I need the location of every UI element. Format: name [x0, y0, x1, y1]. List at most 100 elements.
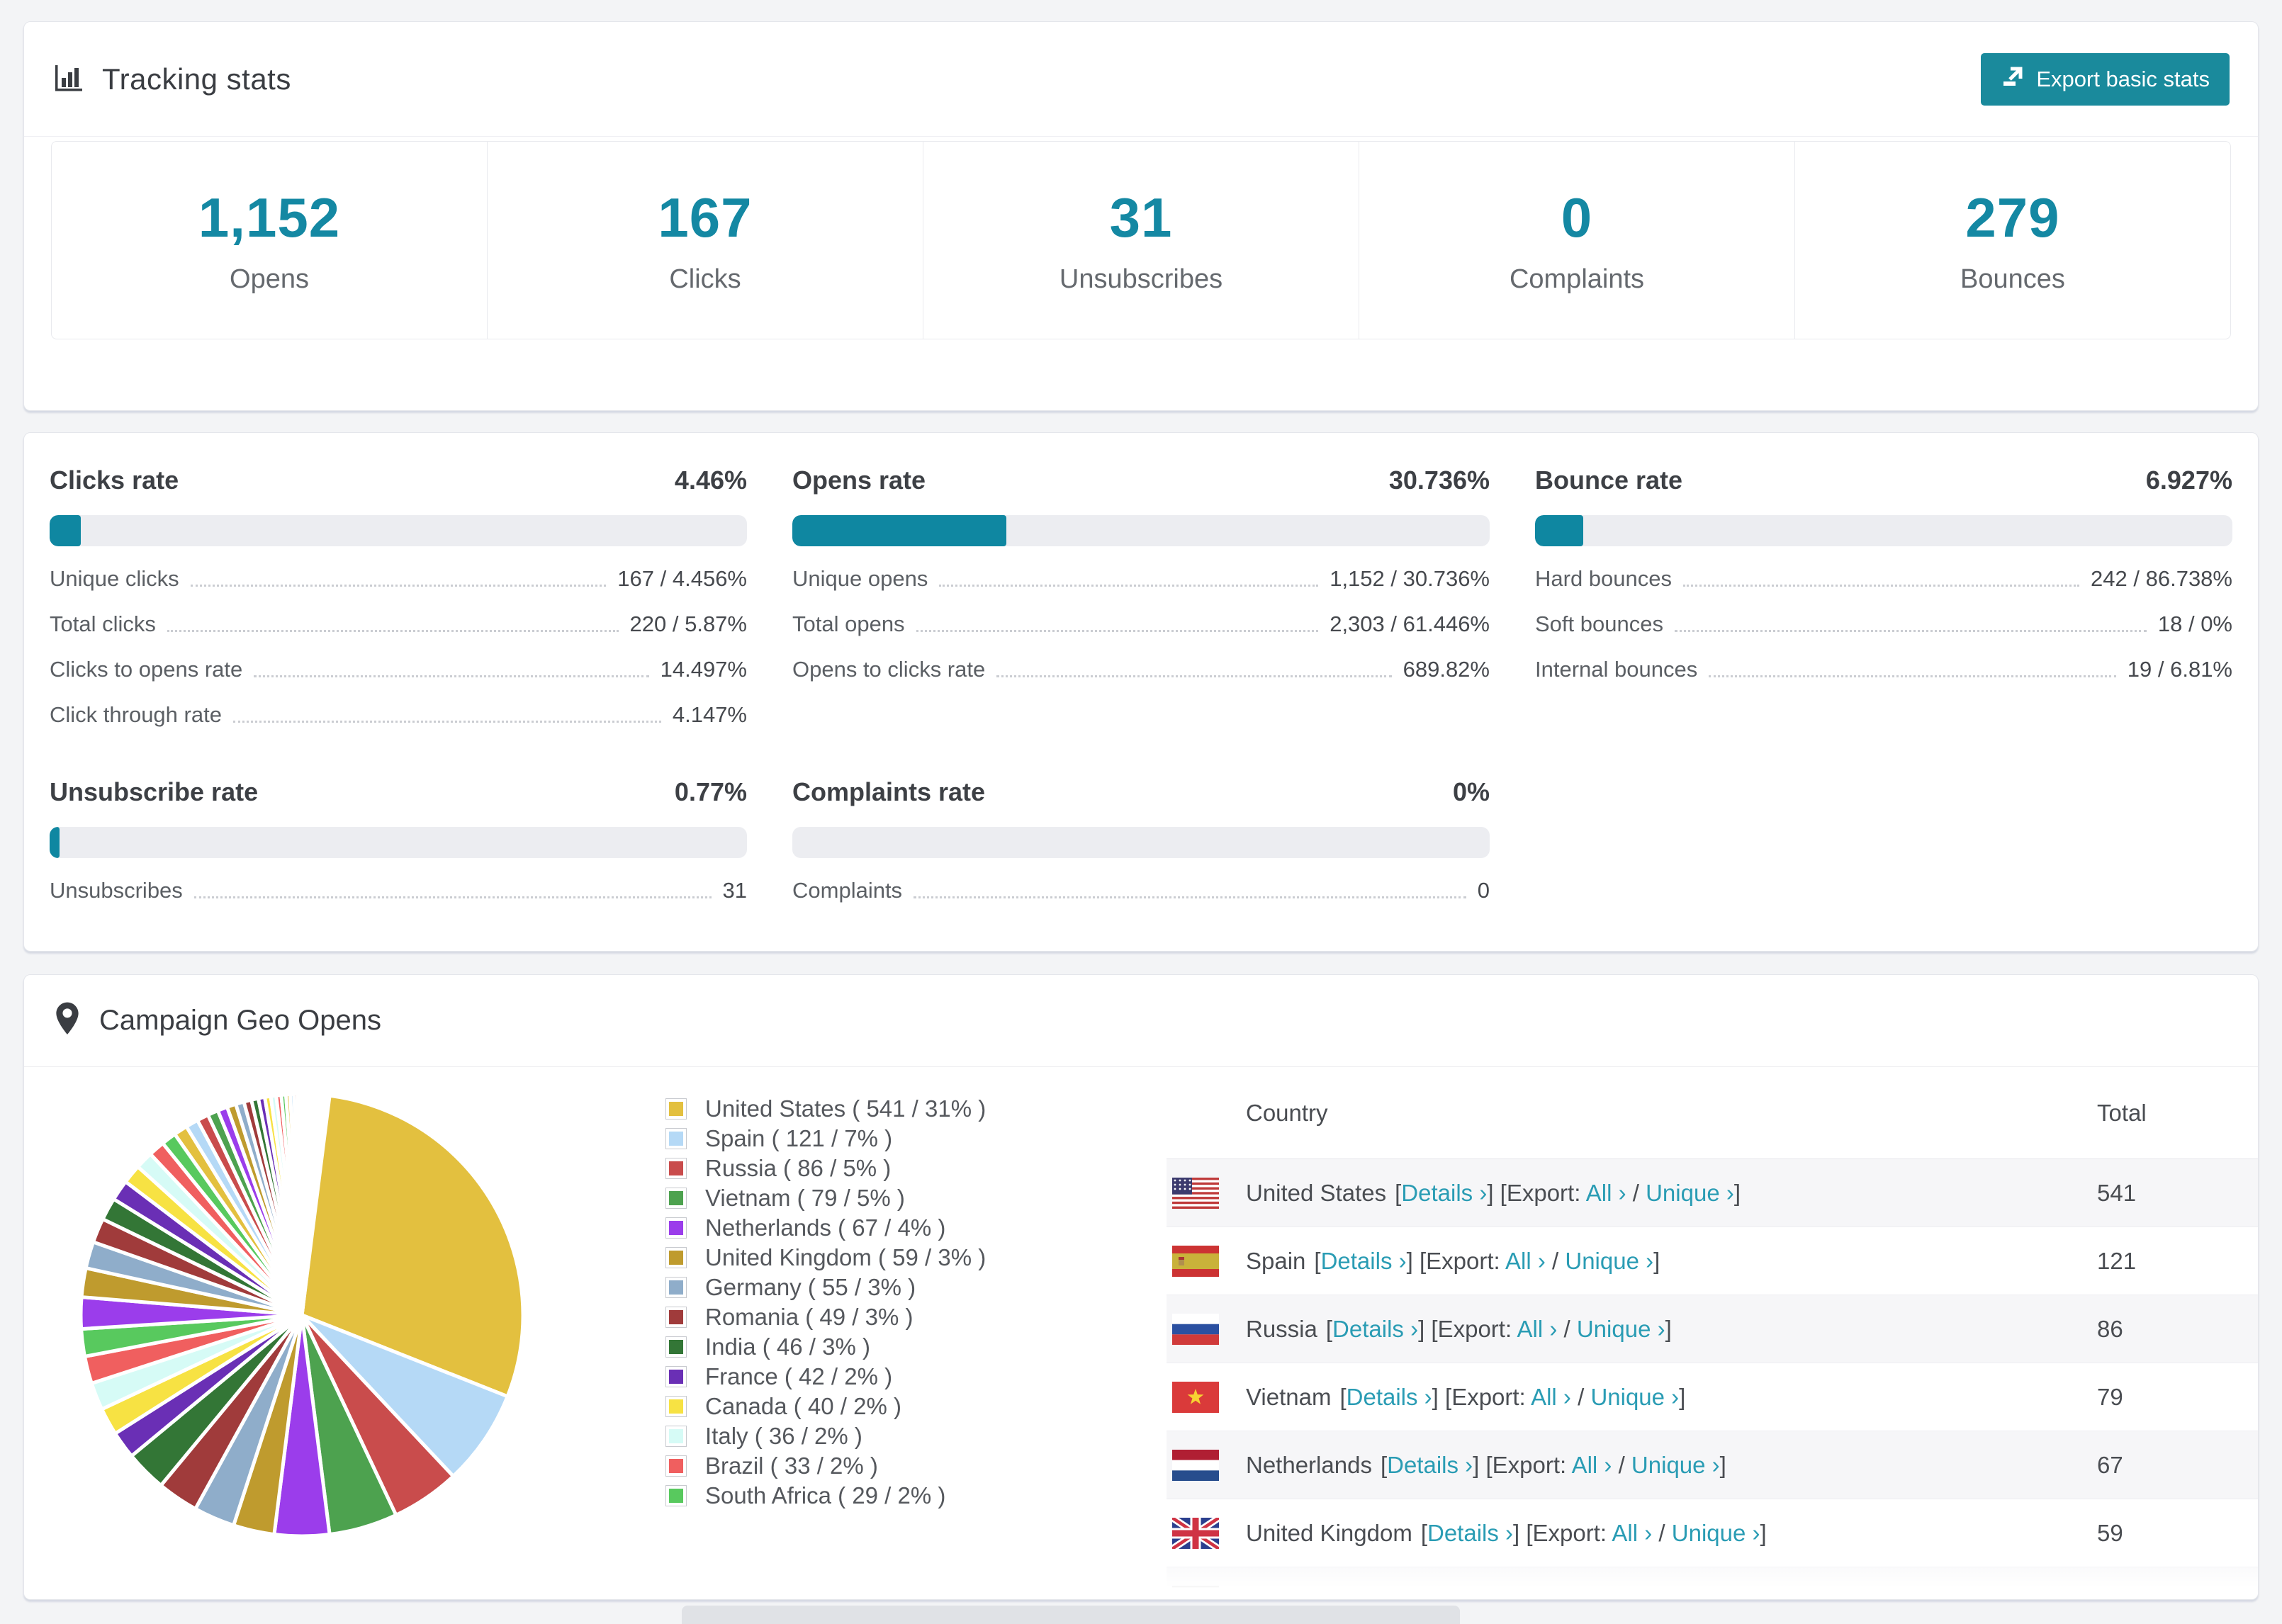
legend-swatch [665, 1307, 687, 1328]
export-unique-link[interactable]: Unique › [1646, 1180, 1734, 1206]
export-all-link[interactable]: All › [1531, 1384, 1571, 1410]
export-all-link[interactable]: All › [1505, 1248, 1546, 1274]
total-cell: 59 [2097, 1519, 2123, 1546]
details-link[interactable]: Details › [1357, 1588, 1443, 1599]
dotted-leader [232, 721, 661, 723]
stat-cell: 279 Bounces [1794, 142, 2230, 339]
rate-detail-row: Hard bounces 242 / 86.738% [1535, 566, 2232, 592]
export-unique-link[interactable]: Unique › [1565, 1248, 1653, 1274]
table-row: Vietnam [Details ›] [Export: All › / Uniq… [1167, 1363, 2258, 1431]
details-link[interactable]: Details › [1332, 1316, 1418, 1342]
bracket: ] [1653, 1247, 1660, 1274]
bottom-sheet-edge [682, 1606, 1460, 1624]
bracket: [ [1380, 1451, 1388, 1478]
dotted-leader [254, 675, 649, 677]
legend-swatch [665, 1455, 687, 1477]
geo-header: Campaign Geo Opens [24, 975, 2258, 1067]
rate-detail-row: Clicks to opens rate 14.497% [50, 657, 747, 682]
export-all-link[interactable]: All › [1572, 1452, 1612, 1478]
rate-detail-row: Total clicks 220 / 5.87% [50, 611, 747, 637]
export-icon [2001, 64, 2025, 94]
rate-detail-row: Complaints 0 [792, 878, 1490, 903]
rate-detail-value: 689.82% [1403, 657, 1490, 682]
total-cell: 86 [2097, 1315, 2123, 1342]
country-links: [Details ›] [Export: All › / Unique ›] [1395, 1180, 1741, 1207]
rate-detail-value: 1,152 / 30.736% [1330, 566, 1490, 591]
geo-table-rows: United States [Details ›] [Export: All › … [1167, 1159, 2258, 1599]
progress-bar [792, 515, 1490, 546]
legend-label: United States ( 541 / 31% ) [705, 1095, 987, 1122]
rate-percent: 0.77% [674, 777, 747, 806]
rate-detail-label: Clicks to opens rate [50, 657, 243, 682]
export-prefix: Export: [1532, 1519, 1612, 1546]
export-prefix: Export: [1506, 1179, 1586, 1206]
details-link[interactable]: Details › [1387, 1452, 1473, 1478]
export-unique-link[interactable]: Unique › [1631, 1452, 1720, 1478]
details-link[interactable]: Details › [1427, 1520, 1513, 1546]
country-name: Germany [1246, 1588, 1342, 1599]
slash: / [1582, 1588, 1602, 1599]
export-unique-link[interactable]: Unique › [1602, 1588, 1690, 1599]
rate-detail-label: Unsubscribes [50, 878, 183, 903]
bracket: ] [ [1487, 1179, 1507, 1206]
rate-title: Unsubscribe rate [50, 777, 259, 806]
page-title: Tracking stats [102, 62, 291, 96]
progress-bar [50, 827, 747, 858]
dotted-leader [1674, 630, 2147, 632]
legend-item: India ( 46 / 3% ) [665, 1332, 986, 1362]
slash: / [1557, 1315, 1577, 1342]
export-all-link[interactable]: All › [1586, 1180, 1626, 1206]
details-link[interactable]: Details › [1321, 1248, 1407, 1274]
rate-detail-label: Hard bounces [1535, 566, 1673, 591]
rate-title: Bounce rate [1535, 466, 1683, 495]
export-basic-stats-button[interactable]: Export basic stats [1981, 52, 2230, 106]
export-all-link[interactable]: All › [1517, 1316, 1557, 1342]
geo-pie-chart[interactable] [68, 1081, 536, 1549]
legend-label: Spain ( 121 / 7% ) [705, 1125, 893, 1151]
legend-label: Canada ( 40 / 2% ) [705, 1393, 901, 1419]
slash: / [1652, 1519, 1672, 1546]
details-link[interactable]: Details › [1347, 1384, 1432, 1410]
dotted-leader [939, 585, 1319, 587]
bracket: ] [ [1473, 1451, 1493, 1478]
export-all-link[interactable]: All › [1541, 1588, 1582, 1599]
legend-label: France ( 42 / 2% ) [705, 1363, 893, 1389]
legend-swatch [665, 1158, 687, 1179]
progress-bar [1535, 515, 2232, 546]
country-name: Netherlands [1246, 1451, 1372, 1478]
export-unique-link[interactable]: Unique › [1577, 1316, 1665, 1342]
bracket: [ [1351, 1588, 1357, 1599]
rate-panel-bounce-rate: Bounce rate 6.927% Hard bounces 242 / 86.73… [1535, 466, 2232, 728]
country-links: [Details ›] [Export: All › / Unique ›] [1339, 1384, 1685, 1411]
export-all-link[interactable]: All › [1612, 1520, 1652, 1546]
bracket: [ [1325, 1315, 1333, 1342]
ru-flag-icon [1172, 1313, 1219, 1345]
legend-swatch [665, 1366, 687, 1387]
total-cell: 79 [2097, 1383, 2123, 1410]
legend-swatch [665, 1188, 687, 1209]
rate-detail-row: Unique opens 1,152 / 30.736% [792, 566, 1490, 592]
slash: / [1545, 1247, 1566, 1274]
export-unique-link[interactable]: Unique › [1672, 1520, 1760, 1546]
vn-flag-icon [1172, 1381, 1219, 1413]
table-row: Spain [Details ›] [Export: All › / Unique… [1167, 1227, 2258, 1295]
country-cell: United Kingdom [Details ›] [Export: All ›… [1167, 1517, 2097, 1549]
export-prefix: Export: [1492, 1451, 1572, 1478]
dotted-leader [167, 630, 619, 632]
stat-cell: 0 Complaints [1359, 142, 1794, 339]
es-flag-icon [1172, 1245, 1219, 1277]
details-link[interactable]: Details › [1401, 1180, 1487, 1206]
rate-detail-value: 14.497% [660, 657, 747, 682]
export-unique-link[interactable]: Unique › [1590, 1384, 1679, 1410]
bracket: ] [ [1432, 1383, 1452, 1410]
country-name: United Kingdom [1246, 1519, 1412, 1546]
rate-detail-value: 19 / 6.81% [2127, 657, 2232, 682]
legend-item: Spain ( 121 / 7% ) [665, 1124, 986, 1154]
total-column-header: Total [2097, 1099, 2147, 1126]
rate-detail-label: Total clicks [50, 611, 156, 636]
rate-detail-label: Complaints [792, 878, 903, 903]
legend-swatch [665, 1247, 687, 1268]
campaign-geo-opens-card: Campaign Geo Opens United States ( 541 /… [23, 974, 2259, 1600]
rate-panel-opens-rate: Opens rate 30.736% Unique opens 1,152 / 30.… [792, 466, 1490, 728]
dotted-leader [916, 630, 1319, 632]
